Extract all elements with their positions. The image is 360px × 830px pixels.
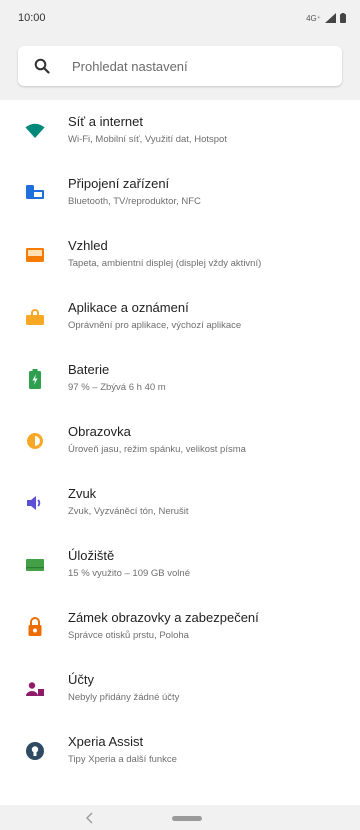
signal-icon: [325, 13, 336, 23]
status-bar: 10:00 4G⁺: [0, 0, 360, 36]
setting-display-style[interactable]: Vzhled Tapeta, ambientní displej (disple…: [0, 224, 360, 286]
setting-title: Vzhled: [68, 238, 108, 253]
setting-subtitle: Wi-Fi, Mobilní síť, Využití dat, Hotspot: [68, 134, 227, 145]
setting-subtitle: Nebyly přidány žádné účty: [68, 692, 180, 703]
setting-title: Připojení zařízení: [68, 176, 170, 191]
setting-battery[interactable]: Baterie 97 % – Zbývá 6 h 40 m: [0, 348, 360, 410]
status-icons: 4G⁺: [306, 13, 346, 23]
setting-apps[interactable]: Aplikace a oznámení Oprávnění pro aplika…: [0, 286, 360, 348]
lock-icon: [24, 616, 46, 638]
search-icon: [34, 58, 50, 74]
setting-storage[interactable]: Úložiště 15 % využito – 109 GB volné: [0, 534, 360, 596]
setting-display[interactable]: Obrazovka Úroveň jasu, režim spánku, vel…: [0, 410, 360, 472]
settings-list: Síť a internet Wi-Fi, Mobilní síť, Využi…: [0, 100, 360, 805]
setting-title: Zvuk: [68, 486, 97, 501]
setting-title: Aplikace a oznámení: [68, 300, 189, 315]
devices-icon: [24, 182, 46, 204]
setting-security[interactable]: Zámek obrazovky a zabezpečení Správce ot…: [0, 596, 360, 658]
wifi-icon: [24, 120, 46, 142]
assist-icon: [24, 740, 46, 762]
setting-title: Zámek obrazovky a zabezpečení: [68, 610, 259, 625]
network-type: 4G⁺: [306, 13, 321, 23]
navigation-bar: [0, 805, 360, 830]
setting-subtitle: Tapeta, ambientní displej (displej vždy …: [68, 258, 262, 269]
setting-subtitle: Bluetooth, TV/reproduktor, NFC: [68, 196, 201, 207]
setting-title: Síť a internet: [68, 114, 143, 129]
home-handle[interactable]: [172, 816, 202, 821]
setting-subtitle: Tipy Xperia a další funkce: [68, 754, 177, 765]
setting-network[interactable]: Síť a internet Wi-Fi, Mobilní síť, Využi…: [0, 100, 360, 162]
apps-icon: [24, 306, 46, 328]
setting-title: Xperia Assist: [68, 734, 144, 749]
setting-title: Účty: [68, 672, 94, 687]
battery-icon: [24, 368, 46, 390]
setting-connected-devices[interactable]: Připojení zařízení Bluetooth, TV/reprodu…: [0, 162, 360, 224]
battery-status-icon: [340, 13, 346, 23]
back-icon[interactable]: [82, 810, 98, 826]
setting-subtitle: Úroveň jasu, režim spánku, velikost písm…: [68, 444, 246, 455]
setting-subtitle: Správce otisků prstu, Poloha: [68, 630, 189, 641]
setting-subtitle: 15 % využito – 109 GB volné: [68, 568, 190, 579]
setting-subtitle: 97 % – Zbývá 6 h 40 m: [68, 382, 166, 393]
setting-sound[interactable]: Zvuk Zvuk, Vyzváněcí tón, Nerušit: [0, 472, 360, 534]
brightness-icon: [24, 430, 46, 452]
accounts-icon: [24, 678, 46, 700]
clock: 10:00: [18, 12, 46, 24]
volume-icon: [24, 492, 46, 514]
setting-accounts[interactable]: Účty Nebyly přidány žádné účty: [0, 658, 360, 720]
setting-title: Obrazovka: [68, 424, 131, 439]
search-bar[interactable]: Prohledat nastavení: [18, 46, 342, 86]
setting-xperia-assist[interactable]: Xperia Assist Tipy Xperia a další funkce: [0, 720, 360, 782]
setting-title: Úložiště: [68, 548, 115, 563]
setting-subtitle: Oprávnění pro aplikace, výchozí aplikace: [68, 320, 242, 331]
search-placeholder: Prohledat nastavení: [72, 58, 188, 74]
setting-subtitle: Zvuk, Vyzváněcí tón, Nerušit: [68, 506, 189, 517]
wallpaper-icon: [24, 244, 46, 266]
setting-title: Baterie: [68, 362, 110, 377]
storage-icon: [24, 554, 46, 576]
